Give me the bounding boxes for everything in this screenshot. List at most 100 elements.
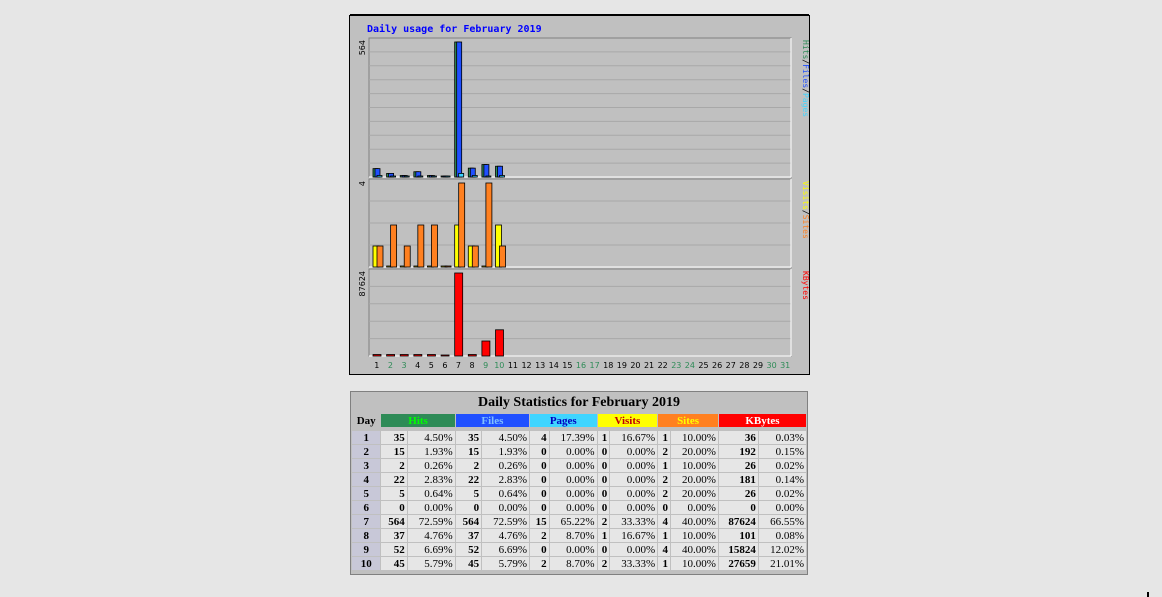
- cell-kbytes-pct: 0.03%: [758, 431, 806, 444]
- bar-kbytes-day-4: [413, 354, 423, 357]
- bar-pages-day-7: [458, 173, 465, 178]
- table-row: 10 45 5.79% 45 5.79% 2 8.70% 2 33.33% 1 10.00% 2765…: [352, 557, 806, 570]
- cell-hits-pct: 2.83%: [407, 473, 455, 486]
- bar-sites-day-9: [485, 182, 493, 268]
- bar-pages-day-10: [499, 175, 505, 178]
- stats-body: 1 35 4.50% 35 4.50% 4 17.39% 1 16.67% 1 10.00% 36 0.…: [352, 428, 806, 573]
- cell-hits: 2: [381, 459, 407, 472]
- bar-kbytes-day-3: [399, 354, 409, 357]
- cell-pages-pct: 0.00%: [549, 501, 597, 514]
- cell-hits-pct: 5.79%: [407, 557, 455, 570]
- table-row: 1 35 4.50% 35 4.50% 4 17.39% 1 16.67% 1 10.00% 36 0.…: [352, 431, 806, 444]
- cell-hits: 35: [381, 431, 407, 444]
- bar-pages-day-2: [390, 175, 397, 178]
- legend-entry: Hits: [801, 40, 809, 59]
- bar-pages-day-3: [403, 175, 410, 178]
- x-tick-label: 22: [658, 361, 668, 370]
- cell-pages: 15: [530, 515, 549, 528]
- table-row: 8 37 4.76% 37 4.76% 2 8.70% 1 16.67% 1 10.00% 101 0.…: [352, 529, 806, 542]
- bar-sites-day-10: [499, 245, 506, 268]
- scale-label-kbytes: 87624: [358, 271, 367, 296]
- x-tick-label: 12: [521, 361, 531, 370]
- bar-sites-day-2: [390, 224, 398, 268]
- cell-kbytes: 101: [718, 529, 758, 542]
- cell-hits-pct: 4.76%: [407, 529, 455, 542]
- cell-day: 7: [352, 515, 381, 528]
- cell-visits-pct: 16.67%: [610, 529, 658, 542]
- cell-sites-pct: 10.00%: [670, 431, 718, 444]
- cell-sites-pct: 40.00%: [670, 543, 718, 556]
- cell-hits-pct: 6.69%: [407, 543, 455, 556]
- cell-hits-pct: 1.93%: [407, 445, 455, 458]
- daily-statistics-table: Daily Statistics for February 2019 Day H…: [350, 391, 808, 575]
- x-tick-label: 14: [549, 361, 559, 370]
- header-pages: Pages: [530, 414, 597, 427]
- cell-hits: 564: [381, 515, 407, 528]
- cell-visits: 2: [597, 515, 610, 528]
- x-tick-label: 23: [671, 361, 681, 370]
- cell-pages: 2: [530, 557, 549, 570]
- bar-kbytes-day-9: [481, 340, 491, 357]
- stats-title: Daily Statistics for February 2019: [352, 393, 806, 413]
- cell-sites-pct: 10.00%: [670, 557, 718, 570]
- bar-kbytes-day-1: [372, 354, 382, 357]
- cell-pages-pct: 8.70%: [549, 557, 597, 570]
- cell-pages-pct: 0.00%: [549, 473, 597, 486]
- cell-sites-pct: 20.00%: [670, 445, 718, 458]
- cell-kbytes-pct: 66.55%: [758, 515, 806, 528]
- legend-visits-sites: Visits/Sites: [801, 181, 809, 239]
- legend-hits-files-pages: Hits/Files/Pages: [801, 40, 809, 117]
- cell-kbytes: 36: [718, 431, 758, 444]
- bar-sites-day-8: [471, 245, 479, 268]
- bar-files-day-7: [456, 41, 463, 178]
- x-tick-label: 2: [388, 361, 393, 370]
- header-visits: Visits: [597, 414, 658, 427]
- x-tick-label: 3: [401, 361, 406, 370]
- legend-entry: Visits: [801, 181, 809, 210]
- cell-sites: 4: [658, 543, 670, 556]
- daily-statistics: Daily Statistics for February 2019 Day H…: [350, 391, 808, 575]
- cell-pages: 0: [530, 543, 549, 556]
- cell-visits: 0: [597, 543, 610, 556]
- cell-kbytes-pct: 0.08%: [758, 529, 806, 542]
- cell-files: 15: [455, 445, 482, 458]
- header-day: Day: [352, 414, 381, 427]
- bar-kbytes-day-2: [386, 354, 396, 357]
- x-tick-label: 17: [590, 361, 600, 370]
- header-files: Files: [455, 414, 530, 427]
- cell-pages: 4: [530, 431, 549, 444]
- cell-files-pct: 0.26%: [482, 459, 530, 472]
- header-sites: Sites: [658, 414, 718, 427]
- panel-bg-kbytes: [368, 268, 792, 357]
- cell-pages-pct: 17.39%: [549, 431, 597, 444]
- cell-sites-pct: 0.00%: [670, 501, 718, 514]
- cell-files-pct: 4.76%: [482, 529, 530, 542]
- cell-sites: 4: [658, 515, 670, 528]
- cell-sites: 2: [658, 445, 670, 458]
- cell-hits: 52: [381, 543, 407, 556]
- cell-hits-pct: 0.64%: [407, 487, 455, 500]
- x-tick-label: 15: [562, 361, 572, 370]
- table-row: 9 52 6.69% 52 6.69% 0 0.00% 0 0.00% 4 40.00% 15824 1…: [352, 543, 806, 556]
- cell-files: 22: [455, 473, 482, 486]
- cell-kbytes-pct: 0.02%: [758, 487, 806, 500]
- bar-sites-day-5: [431, 224, 438, 268]
- x-tick-label: 24: [685, 361, 695, 370]
- cell-visits: 1: [597, 431, 610, 444]
- cell-sites: 1: [658, 557, 670, 570]
- cell-kbytes: 27659: [718, 557, 758, 570]
- cell-visits-pct: 0.00%: [610, 459, 658, 472]
- cell-hits: 15: [381, 445, 407, 458]
- legend-entry: Files: [801, 64, 809, 88]
- cell-visits: 1: [597, 529, 610, 542]
- cell-visits: 0: [597, 445, 610, 458]
- cell-day: 3: [352, 459, 381, 472]
- x-tick-label: 20: [630, 361, 640, 370]
- cell-day: 2: [352, 445, 381, 458]
- cell-pages-pct: 8.70%: [549, 529, 597, 542]
- bar-kbytes-day-5: [427, 354, 436, 357]
- bar-pages-day-6: [444, 175, 451, 178]
- bar-pages-day-8: [471, 175, 478, 178]
- cell-visits: 0: [597, 473, 610, 486]
- x-tick-label: 1: [374, 361, 379, 370]
